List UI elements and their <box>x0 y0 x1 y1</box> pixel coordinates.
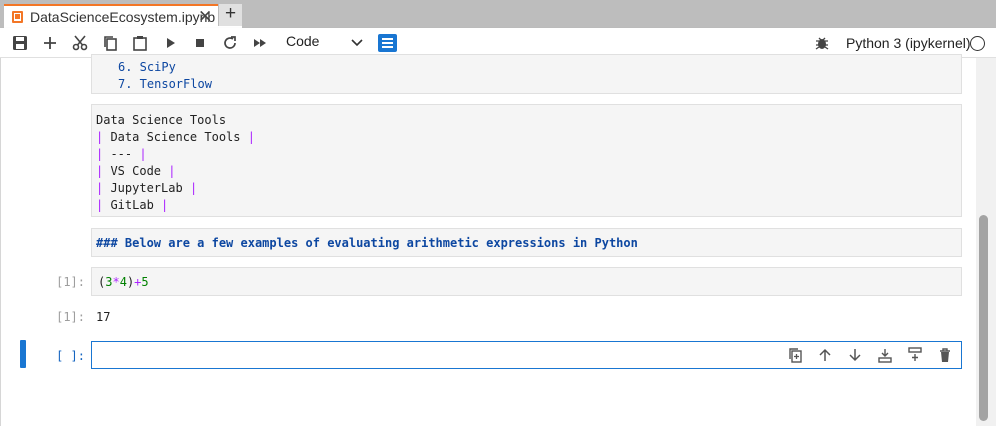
insert-below-icon[interactable] <box>907 347 923 363</box>
markdown-cell-heading[interactable]: ### Below are a few examples of evaluati… <box>91 228 962 257</box>
cell-output: 17 <box>96 310 111 324</box>
run-icon[interactable] <box>161 34 179 52</box>
list-item: 7. TensorFlow <box>118 77 212 91</box>
copy-icon[interactable] <box>101 34 119 52</box>
delete-cell-icon[interactable] <box>937 347 953 363</box>
notebook-panel: 6. SciPy 7. TensorFlow Data Science Tool… <box>0 54 976 426</box>
markdown-cell-tools[interactable]: Data Science Tools | Data Science Tools … <box>91 104 962 217</box>
property-inspector-icon[interactable] <box>378 34 397 52</box>
kernel-name[interactable]: Python 3 (ipykernel) <box>846 35 971 51</box>
cell-type-select[interactable]: Code <box>286 33 319 49</box>
scrollbar-thumb[interactable] <box>979 215 988 421</box>
code-text: (3*4)+5 <box>98 275 149 289</box>
duplicate-cell-icon[interactable] <box>787 347 803 363</box>
table-row: | JupyterLab | <box>96 181 198 195</box>
table-row: | GitLab | <box>96 198 169 212</box>
new-tab-button[interactable]: + <box>218 4 242 26</box>
markdown-heading-text: ### Below are a few examples of evaluati… <box>96 236 638 250</box>
input-prompt: [1]: <box>56 275 85 289</box>
table-row: | VS Code | <box>96 164 176 178</box>
paste-icon[interactable] <box>131 34 149 52</box>
move-down-icon[interactable] <box>847 347 863 363</box>
notebook-icon <box>12 11 23 23</box>
fast-forward-icon[interactable] <box>251 34 269 52</box>
chevron-down-icon[interactable] <box>350 35 364 49</box>
tab-bar: DataScienceEcosystem.ipynb ✕ + <box>0 0 996 28</box>
table-row: | --- | <box>96 147 147 161</box>
stop-icon[interactable] <box>191 34 209 52</box>
active-code-cell-input[interactable] <box>91 341 962 369</box>
cut-icon[interactable] <box>71 34 89 52</box>
tab-title: DataScienceEcosystem.ipynb <box>30 9 216 25</box>
save-icon[interactable] <box>11 34 29 52</box>
table-row: | Data Science Tools | <box>96 130 255 144</box>
output-prompt: [1]: <box>56 310 85 324</box>
move-up-icon[interactable] <box>817 347 833 363</box>
jupyterlab-window: DataScienceEcosystem.ipynb ✕ + Code Pyth… <box>0 0 996 426</box>
list-item: 6. SciPy <box>118 60 176 74</box>
code-cell[interactable]: (3*4)+5 <box>91 267 962 296</box>
empty-input-prompt: [ ]: <box>56 349 85 363</box>
restart-icon[interactable] <box>221 34 239 52</box>
markdown-cell-list[interactable]: 6. SciPy 7. TensorFlow <box>91 54 962 94</box>
tab-notebook[interactable]: DataScienceEcosystem.ipynb ✕ <box>4 4 242 28</box>
add-cell-icon[interactable] <box>41 34 59 52</box>
tools-heading: Data Science Tools <box>96 113 227 127</box>
insert-above-icon[interactable] <box>877 347 893 363</box>
kernel-status-icon <box>970 36 985 51</box>
debugger-icon[interactable] <box>814 35 830 51</box>
tab-close-icon[interactable]: ✕ <box>198 7 212 27</box>
